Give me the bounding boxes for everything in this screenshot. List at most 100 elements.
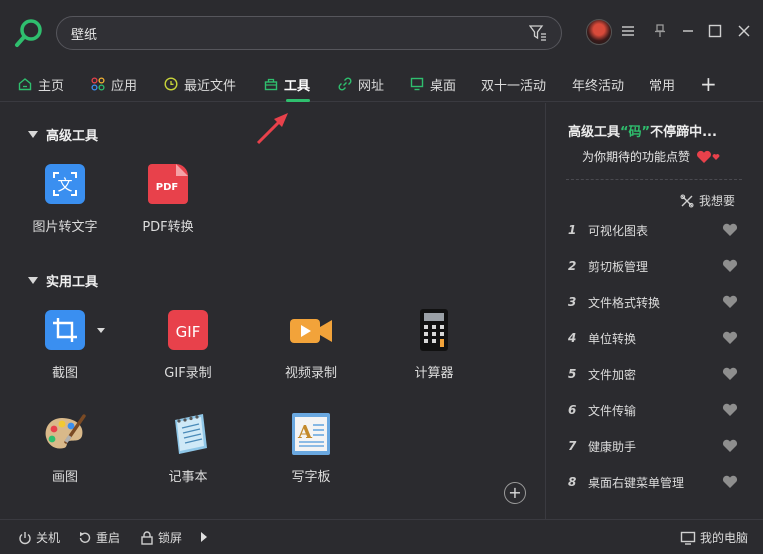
tab-desktop[interactable]: 桌面 <box>410 66 456 102</box>
tool-label: 截图 <box>51 366 78 381</box>
wishlist-item-number: 8 <box>568 475 577 489</box>
like-heart-icon[interactable] <box>722 367 738 381</box>
add-tab-label: + <box>700 72 717 96</box>
pin-icon[interactable] <box>649 20 671 42</box>
tool-notepad[interactable]: 记事本 <box>138 414 238 485</box>
home-icon <box>18 78 32 91</box>
tool-gif-record[interactable]: GIF GIF录制 <box>138 310 238 381</box>
filter-icon[interactable] <box>529 25 547 41</box>
tab-home-label: 主页 <box>38 78 65 94</box>
tool-label: PDF转换 <box>142 220 194 235</box>
shutdown-label: 关机 <box>36 531 61 545</box>
add-tool-button[interactable]: + <box>504 482 526 504</box>
wishlist-item-label: 单位转换 <box>588 331 637 346</box>
top-bar <box>0 0 763 66</box>
wishlist-item-label: 剪切板管理 <box>588 259 649 274</box>
svg-text:A: A <box>297 422 313 443</box>
tab-year-end[interactable]: 年终活动 <box>572 66 624 102</box>
wishlist-item-number: 4 <box>568 331 577 345</box>
tool-label: 图片转文字 <box>32 220 98 235</box>
like-heart-icon[interactable] <box>722 259 738 273</box>
shutdown-button[interactable]: 关机 <box>18 529 60 546</box>
wishlist-item-label: 文件加密 <box>588 367 637 382</box>
close-icon[interactable] <box>733 20 755 42</box>
tools-cross-icon <box>680 193 694 208</box>
wishlist-item-number: 3 <box>568 295 577 309</box>
tool-label: GIF录制 <box>164 366 212 381</box>
dropdown-caret-icon[interactable] <box>97 328 105 334</box>
tool-calculator[interactable]: 计算器 <box>384 309 484 381</box>
search-input[interactable] <box>71 22 511 44</box>
tab-urls-label: 网址 <box>358 78 385 94</box>
tab-year-end-label: 年终活动 <box>572 78 625 94</box>
wishlist-item-label: 文件格式转换 <box>588 295 661 310</box>
tab-home[interactable]: 主页 <box>18 66 64 102</box>
tab-recent-files[interactable]: 最近文件 <box>164 66 236 102</box>
wishlist-item-number: 6 <box>568 403 577 417</box>
tab-urls[interactable]: 网址 <box>338 66 384 102</box>
tool-label: 计算器 <box>414 366 454 381</box>
lock-button[interactable]: 锁屏 <box>140 529 182 546</box>
lock-label: 锁屏 <box>158 531 183 545</box>
like-heart-icon[interactable] <box>722 295 738 309</box>
like-heart-icon[interactable] <box>722 439 738 453</box>
tool-video-record[interactable]: 视频录制 <box>261 310 361 381</box>
collapse-triangle-icon <box>28 277 38 284</box>
wishlist-item: 3 文件格式转换 <box>568 292 738 312</box>
lock-icon <box>141 530 153 545</box>
tab-tools[interactable]: 工具 <box>264 66 311 102</box>
search-box[interactable] <box>56 16 562 50</box>
my-computer-button[interactable]: 我的电脑 <box>680 529 748 546</box>
wishlist-item: 1 可视化图表 <box>568 220 738 240</box>
wishlist-item: 7 健康助手 <box>568 436 738 456</box>
wishlist-item-number: 7 <box>568 439 577 453</box>
tab-double-eleven-label: 双十一活动 <box>481 78 547 94</box>
wishlist-item-number: 5 <box>568 367 577 381</box>
like-heart-icon[interactable] <box>722 331 738 345</box>
hearts-icon <box>697 150 720 163</box>
crop-icon <box>45 310 85 350</box>
restart-button[interactable]: 重启 <box>78 529 120 546</box>
divider <box>566 179 742 180</box>
wishlist-item: 6 文件传输 <box>568 400 738 420</box>
wishlist-panel: 高级工具“码”不停蹄中... 为你期待的功能点赞 我想要 1 可视化图表 2 剪切板管… <box>545 103 763 519</box>
wishlist-subtitle-text: 为你期待的功能点赞 <box>582 150 691 164</box>
paint-palette-icon <box>45 414 86 454</box>
link-icon <box>338 77 352 91</box>
more-arrow-button[interactable] <box>200 532 208 542</box>
section-advanced-tools[interactable]: 高级工具 <box>28 125 98 144</box>
section-practical-title: 实用工具 <box>46 275 99 290</box>
menu-icon[interactable] <box>617 20 639 42</box>
wishlist-item-label: 健康助手 <box>588 439 637 454</box>
tab-recent-files-label: 最近文件 <box>184 78 237 94</box>
tab-double-eleven[interactable]: 双十一活动 <box>481 66 546 102</box>
tool-screenshot[interactable]: 截图 <box>15 310 115 381</box>
tool-paint[interactable]: 画图 <box>15 414 115 485</box>
wishlist-item-label: 可视化图表 <box>588 223 649 238</box>
power-icon <box>19 531 31 544</box>
pdf-icon: PDF <box>148 164 188 204</box>
tool-pdf-convert[interactable]: PDF PDF转换 <box>118 164 218 235</box>
minimize-icon[interactable] <box>677 20 699 42</box>
search-logo-icon[interactable] <box>14 18 44 48</box>
want-button[interactable]: 我想要 <box>680 192 735 209</box>
tab-tools-label: 工具 <box>284 78 311 94</box>
tool-label: 记事本 <box>168 470 208 485</box>
wishlist-title: 高级工具“码”不停蹄中... <box>568 121 717 140</box>
user-avatar[interactable] <box>586 19 612 45</box>
svg-text:文: 文 <box>57 176 72 194</box>
tab-common[interactable]: 常用 <box>649 66 675 102</box>
wishlist-item: 5 文件加密 <box>568 364 738 384</box>
like-heart-icon[interactable] <box>722 223 738 237</box>
wishlist-subtitle: 为你期待的功能点赞 <box>582 148 722 165</box>
maximize-icon[interactable] <box>704 20 726 42</box>
like-heart-icon[interactable] <box>722 403 738 417</box>
my-computer-label: 我的电脑 <box>700 531 749 545</box>
add-tab-button[interactable]: + <box>700 66 717 102</box>
tool-wordpad[interactable]: A 写字板 <box>261 413 361 485</box>
like-heart-icon[interactable] <box>722 475 738 489</box>
clock-icon <box>164 77 178 91</box>
tab-apps[interactable]: 应用 <box>91 66 137 102</box>
section-practical-tools[interactable]: 实用工具 <box>28 271 98 290</box>
tool-image-to-text[interactable]: 文 图片转文字 <box>15 164 115 235</box>
